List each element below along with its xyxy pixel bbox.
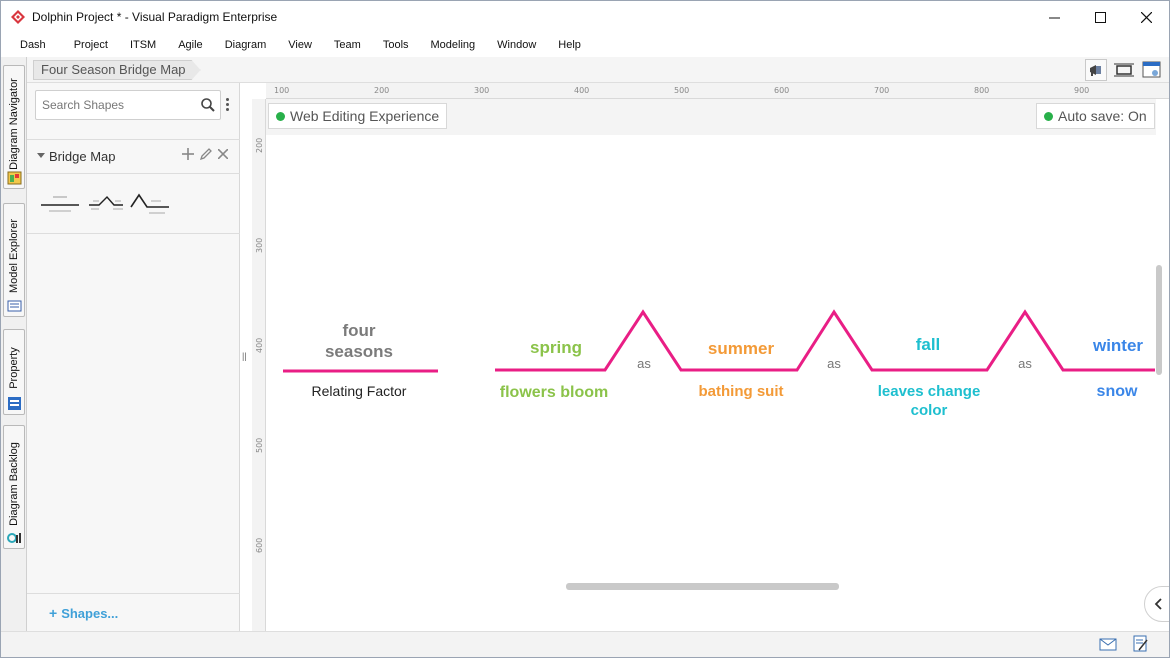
menu-item-help[interactable]: Help: [547, 33, 592, 57]
pair-top-label[interactable]: fall: [916, 335, 941, 354]
relation-word-label[interactable]: as: [637, 356, 651, 371]
bridge-line: [495, 309, 1155, 372]
app-window: Dolphin Project * - Visual Paradigm Ente…: [0, 0, 1170, 658]
menu-item-modeling[interactable]: Modeling: [420, 33, 487, 57]
pair-bottom-label[interactable]: flowers bloom: [500, 384, 608, 401]
vertical-scrollbar[interactable]: [1156, 265, 1162, 375]
tab-property[interactable]: Property: [3, 329, 25, 415]
collapse-caret-icon[interactable]: [37, 153, 45, 158]
divider: [27, 233, 240, 234]
mail-icon[interactable]: [1099, 637, 1117, 651]
diagram-canvas[interactable]: 100 200 300 400 500 600 700 800 900 200 300 400 500…: [252, 83, 1169, 631]
bridge-map-diagram: four seasons Relating Factor as as as sp…: [283, 309, 1155, 419]
document-edit-icon[interactable]: [1133, 635, 1149, 653]
breadcrumb-tools: [1085, 59, 1163, 81]
maximize-button[interactable]: [1077, 1, 1123, 33]
menu-item-tools[interactable]: Tools: [372, 33, 420, 57]
diagram-navigator-icon: [7, 171, 22, 185]
shape-thumbnails: [41, 193, 169, 214]
pair-top-label[interactable]: spring: [530, 338, 582, 357]
fit-to-window-button[interactable]: [1113, 59, 1135, 81]
megaphone-icon: [1090, 65, 1101, 76]
pair-bottom-label[interactable]: bathing suit: [699, 383, 784, 400]
fit-window-icon: [1114, 63, 1134, 77]
search-input[interactable]: [36, 91, 196, 119]
tab-diagram-backlog[interactable]: Diagram Backlog: [3, 425, 25, 549]
close-section-icon[interactable]: [218, 149, 228, 159]
factor-top-line2[interactable]: seasons: [325, 342, 393, 361]
menu-item-view[interactable]: View: [277, 33, 323, 57]
factor-bottom-label: Relating Factor: [312, 383, 407, 399]
panel-resize-handle[interactable]: ||: [242, 351, 247, 361]
menu-bar: Dash Project ITSM Agile Diagram View Team Tools…: [1, 33, 1169, 57]
plus-icon: +: [49, 605, 58, 621]
close-button[interactable]: [1123, 1, 1169, 33]
shapes-link[interactable]: + Shapes...: [49, 605, 118, 621]
menu-item-dash[interactable]: Dash: [9, 33, 57, 57]
tab-label: Diagram Backlog: [8, 442, 20, 526]
pair-top-label[interactable]: summer: [708, 339, 775, 358]
menu-item-itsm[interactable]: ITSM: [119, 33, 167, 57]
pair-bottom-label[interactable]: snow: [1097, 383, 1138, 400]
more-options-icon[interactable]: [226, 98, 230, 113]
diagram-backlog-icon: [7, 533, 21, 543]
maximize-icon: [1094, 11, 1106, 23]
pair-top-label[interactable]: winter: [1092, 336, 1143, 355]
analogy-shape-icon[interactable]: [130, 193, 169, 214]
menu-item-agile[interactable]: Agile: [167, 33, 213, 57]
pair-bottom-label-line2[interactable]: color: [911, 402, 948, 419]
menu-item-project[interactable]: Project: [63, 33, 119, 57]
search-icon[interactable]: [200, 97, 216, 113]
horizontal-scrollbar[interactable]: [566, 583, 839, 590]
relation-word-label[interactable]: as: [827, 356, 841, 371]
divider: [27, 593, 240, 594]
chevron-left-icon: [1154, 598, 1162, 610]
bridge-map-section-header[interactable]: Bridge Map: [27, 139, 240, 173]
tab-model-explorer[interactable]: Model Explorer: [3, 203, 25, 317]
menu-item-diagram[interactable]: Diagram: [214, 33, 278, 57]
close-icon: [1140, 11, 1152, 23]
breadcrumb[interactable]: Four Season Bridge Map: [33, 60, 201, 80]
app-logo-icon: [11, 10, 25, 24]
tab-diagram-navigator[interactable]: Diagram Navigator: [3, 65, 25, 189]
title-bar: Dolphin Project * - Visual Paradigm Ente…: [1, 1, 1169, 33]
relating-factor-shape-icon[interactable]: [41, 196, 79, 212]
status-bar: [1, 631, 1169, 657]
add-icon[interactable]: [182, 148, 194, 160]
layout-icon: [1142, 61, 1161, 78]
bridge-shape-icon[interactable]: [89, 195, 123, 210]
shapes-panel: Bridge Map: [27, 83, 240, 631]
menu-item-window[interactable]: Window: [486, 33, 547, 57]
window-title: Dolphin Project * - Visual Paradigm Ente…: [32, 10, 278, 24]
minimize-button[interactable]: [1031, 1, 1077, 33]
breadcrumb-bar: Four Season Bridge Map: [27, 57, 1169, 83]
tab-label: Property: [8, 347, 20, 389]
divider: [27, 173, 240, 174]
tab-label: Model Explorer: [8, 219, 20, 293]
window-controls: [1031, 1, 1169, 33]
section-title: Bridge Map: [49, 149, 116, 164]
side-tab-strip: Diagram Navigator Model Explorer Propert…: [1, 57, 27, 631]
factor-top-line1[interactable]: four: [342, 321, 375, 340]
section-tools: [182, 148, 228, 160]
edit-icon[interactable]: [200, 148, 212, 160]
pair-bottom-label-line1[interactable]: leaves change: [878, 383, 981, 400]
minimize-icon: [1048, 17, 1060, 18]
layout-settings-button[interactable]: [1141, 59, 1163, 81]
tab-label: Diagram Navigator: [8, 78, 20, 170]
announcement-button[interactable]: [1085, 59, 1107, 81]
menu-item-team[interactable]: Team: [323, 33, 372, 57]
search-box: [35, 90, 221, 120]
model-explorer-icon: [7, 300, 22, 312]
relation-word-label[interactable]: as: [1018, 356, 1032, 371]
property-icon: [8, 397, 21, 410]
